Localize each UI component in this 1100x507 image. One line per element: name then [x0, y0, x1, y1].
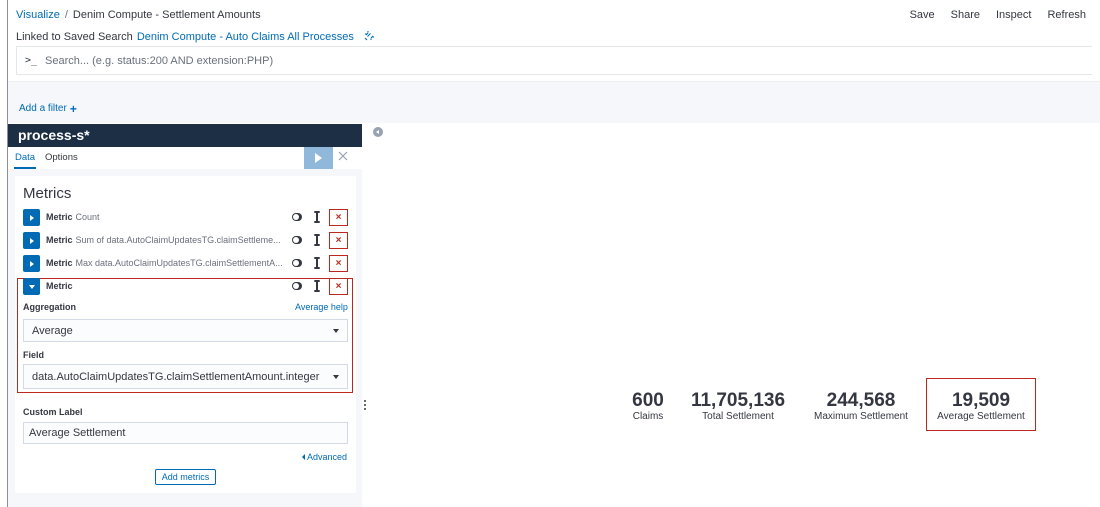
search-input[interactable]: [45, 54, 946, 67]
index-pattern-title: process-s*: [8, 124, 362, 147]
metric-row-average: Metric ×: [23, 278, 348, 296]
expand-chevron-icon[interactable]: [23, 255, 40, 272]
tab-data[interactable]: Data: [14, 147, 37, 169]
caret-down-icon: [333, 328, 339, 333]
metric-row-label: Metric Count: [46, 212, 286, 222]
caret-down-icon: [333, 374, 339, 379]
highlight-box-metric: [926, 378, 1036, 431]
query-language-icon[interactable]: >_: [25, 55, 37, 66]
metric-row-label: Metric: [46, 281, 286, 291]
metric-kind: Metric: [46, 281, 73, 291]
custom-label-label: Custom Label: [23, 407, 83, 417]
expand-chevron-icon[interactable]: [23, 232, 40, 249]
metric-row-label: Metric Max data.AutoClaimUpdatesTG.claimS…: [46, 258, 286, 268]
refresh-button[interactable]: Refresh: [1047, 9, 1086, 21]
metric-maximum-settlement: 244,568 Maximum Settlement: [805, 390, 917, 423]
toggle-metric-icon[interactable]: [292, 282, 302, 290]
metric-label: Total Settlement: [702, 411, 774, 422]
metric-row-count: Metric Count ×: [23, 209, 348, 227]
metric-value: 244,568: [826, 390, 896, 411]
share-button[interactable]: Share: [951, 9, 980, 21]
aggregation-value: Average: [32, 324, 73, 337]
resize-handle[interactable]: [364, 400, 367, 412]
metric-value: 600: [632, 390, 664, 411]
filter-bar: [8, 81, 1100, 123]
metric-label: Maximum Settlement: [814, 411, 908, 422]
discard-changes-button[interactable]: [338, 149, 348, 164]
metric-row-max: Metric Max data.AutoClaimUpdatesTG.claimS…: [23, 255, 348, 273]
field-label: Field: [23, 350, 45, 360]
drag-handle-icon[interactable]: [314, 280, 320, 292]
breadcrumb-separator: /: [64, 9, 68, 21]
toggle-metric-icon[interactable]: [292, 236, 302, 244]
collapse-sidebar-icon[interactable]: [373, 127, 383, 137]
metric-kind: Metric: [46, 258, 73, 268]
metric-kind: Metric: [46, 235, 73, 245]
metric-row-label: Metric Sum of data.AutoClaimUpdatesTG.cla…: [46, 235, 286, 245]
collapse-chevron-icon[interactable]: [23, 278, 40, 295]
advanced-toggle[interactable]: Advanced: [302, 452, 347, 462]
add-filter-label: Add a filter: [19, 103, 67, 114]
plus-icon: +: [69, 101, 77, 116]
remove-metric-button[interactable]: ×: [329, 278, 348, 295]
add-metrics-button[interactable]: Add metrics: [155, 469, 216, 485]
save-button[interactable]: Save: [910, 9, 935, 21]
linked-search-info: Linked to Saved Search Denim Compute - A…: [16, 30, 375, 44]
metric-value: 11,705,136: [690, 390, 786, 411]
drag-handle-icon[interactable]: [314, 234, 320, 246]
field-value: data.AutoClaimUpdatesTG.claimSettlementA…: [32, 370, 320, 383]
page-title: Denim Compute - Settlement Amounts: [72, 9, 261, 21]
remove-metric-button[interactable]: ×: [329, 232, 348, 249]
aggregation-label: Aggregation: [23, 302, 76, 312]
field-select[interactable]: data.AutoClaimUpdatesTG.claimSettlementA…: [23, 364, 348, 389]
metric-kind: Metric: [46, 212, 73, 222]
top-menu: Save Share Inspect Refresh: [910, 9, 1086, 21]
toggle-metric-icon[interactable]: [292, 213, 302, 221]
search-bar: >_: [16, 46, 1092, 75]
toggle-metric-icon[interactable]: [292, 259, 302, 267]
breadcrumb-visualize-link[interactable]: Visualize: [16, 9, 60, 21]
unlink-icon[interactable]: [364, 30, 375, 44]
drag-handle-icon[interactable]: [314, 257, 320, 269]
add-filter-button[interactable]: Add a filter +: [19, 101, 77, 116]
drag-handle-icon[interactable]: [314, 211, 320, 223]
caret-left-icon: [302, 454, 305, 460]
metric-total-settlement: 11,705,136 Total Settlement: [682, 390, 794, 423]
custom-label-input[interactable]: [23, 422, 348, 444]
metric-claims: 600 Claims: [620, 390, 676, 423]
inspect-button[interactable]: Inspect: [996, 9, 1031, 21]
metric-desc: Sum of data.AutoClaimUpdatesTG.claimSett…: [75, 235, 281, 245]
metric-desc: Max data.AutoClaimUpdatesTG.claimSettlem…: [75, 258, 283, 268]
remove-metric-button[interactable]: ×: [329, 255, 348, 272]
remove-metric-button[interactable]: ×: [329, 209, 348, 226]
metrics-heading: Metrics: [23, 185, 72, 202]
linked-search-prefix: Linked to Saved Search: [16, 31, 133, 43]
advanced-label: Advanced: [307, 452, 348, 462]
breadcrumb: Visualize / Denim Compute - Settlement Amo…: [16, 9, 261, 21]
metric-label: Claims: [632, 411, 664, 422]
average-help-link[interactable]: Average help: [295, 302, 348, 312]
play-icon: [315, 153, 322, 163]
metric-desc: Count: [75, 212, 100, 222]
apply-changes-button[interactable]: [304, 147, 333, 169]
tab-options[interactable]: Options: [45, 147, 78, 169]
metric-row-sum: Metric Sum of data.AutoClaimUpdatesTG.cla…: [23, 232, 348, 250]
expand-chevron-icon[interactable]: [23, 209, 40, 226]
saved-search-link[interactable]: Denim Compute - Auto Claims All Processe…: [137, 31, 354, 43]
close-icon: [338, 151, 348, 161]
aggregation-select[interactable]: Average: [23, 319, 348, 342]
